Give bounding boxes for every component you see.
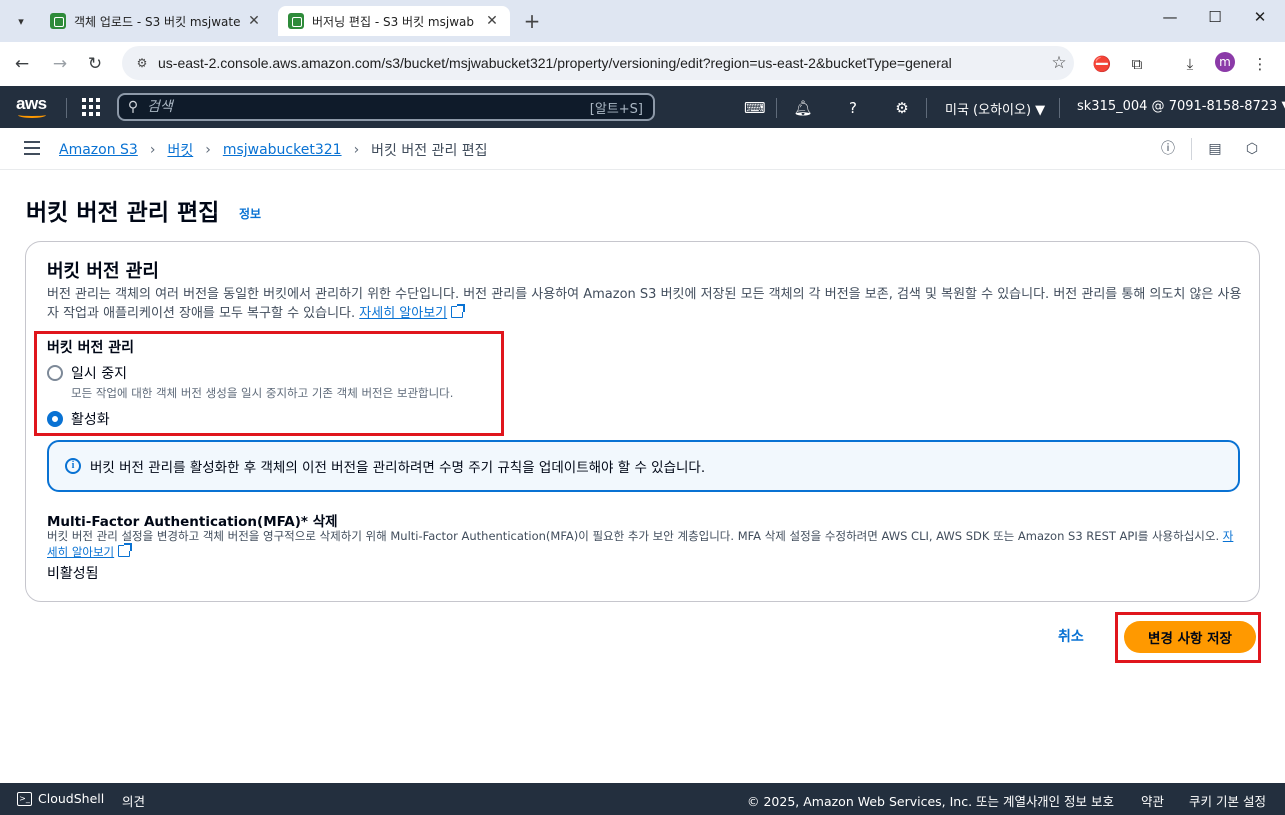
more-menu-icon[interactable]: ⋮ [1248,52,1272,76]
notes-icon[interactable]: ▤ [1205,139,1225,159]
chevron-right-icon: › [205,142,211,158]
feedback-link[interactable]: 의견 [122,791,145,810]
settings-hex-icon[interactable]: ⬡ [1242,139,1262,159]
profile-avatar[interactable]: m [1215,52,1235,72]
close-icon[interactable]: ✕ [484,13,500,29]
breadcrumb-bar: Amazon S3 › 버킷 › msjwabucket321 › 버킷 버전 … [0,128,1285,170]
highlight-save-button [1115,612,1261,663]
terms-link[interactable]: 약관 [1141,791,1164,810]
mfa-title: Multi-Factor Authentication(MFA)* 삭제 [47,514,338,530]
cookie-preferences-link[interactable]: 쿠키 기본 설정 [1189,791,1266,810]
url-text[interactable]: us-east-2.console.aws.amazon.com/s3/buck… [156,55,1044,71]
tab-title: 버저닝 편집 - S3 버킷 msjwab [312,14,474,29]
forward-icon[interactable]: → [48,52,72,76]
cloudshell-icon[interactable]: >_ [17,792,32,806]
minimize-icon[interactable]: — [1155,8,1185,26]
cancel-button[interactable]: 취소 [1058,626,1084,646]
cloudshell-link[interactable]: CloudShell [38,791,104,806]
download-icon[interactable]: ⤓ [1178,52,1202,76]
close-icon[interactable]: ✕ [246,13,262,29]
search-input[interactable] [147,99,590,115]
copyright-text: © 2025, Amazon Web Services, Inc. 또는 계열사… [747,794,1042,809]
bell-icon[interactable]: 🔔︎ [793,98,813,118]
back-icon[interactable]: ← [10,52,34,76]
window-close-icon[interactable]: ✕ [1245,8,1275,26]
extensions-puzzle-icon[interactable]: ⧉ [1125,52,1149,76]
mfa-description: 버킷 버전 관리 설정을 변경하고 객체 버전을 영구적으로 삭제하기 위해 M… [47,529,1234,559]
account-menu[interactable]: sk315_004 @ 7091-8158-8723 ▼ [1077,99,1285,114]
privacy-link[interactable]: 개인 정보 보호 [1037,791,1114,810]
help-icon[interactable]: ? [843,98,863,118]
search-shortcut: [알트+S] [589,101,643,117]
tab-search-icon[interactable]: ▾ [8,8,34,34]
reload-icon[interactable]: ↻ [83,52,107,76]
gear-icon[interactable]: ⚙ [892,98,912,118]
info-alert: i 버킷 버전 관리를 활성화한 후 객체의 이전 버전을 관리하려면 수명 주… [47,440,1240,492]
cloudshell-icon[interactable]: ⌨ [744,98,766,118]
site-settings-icon[interactable]: ⚙ [128,56,156,70]
browser-tab-strip: ▾ 객체 업로드 - S3 버킷 msjwate ✕ 버저닝 편집 - S3 버… [0,0,1285,42]
external-link-icon [118,543,133,557]
console-footer: >_ CloudShell 의견 © 2025, Amazon Web Serv… [0,783,1285,815]
external-link-icon [451,304,466,318]
tab-title: 객체 업로드 - S3 버킷 msjwate [74,14,241,29]
new-tab-button[interactable]: + [520,9,544,33]
browser-tab-versioning[interactable]: 버저닝 편집 - S3 버킷 msjwab ✕ [278,6,510,36]
chevron-right-icon: › [149,142,156,158]
browser-tab-upload[interactable]: 객체 업로드 - S3 버킷 msjwate ✕ [40,6,272,36]
search-icon: ⚲ [127,99,139,115]
section-title: 버킷 버전 관리 [47,261,159,282]
breadcrumb-amazon-s3[interactable]: Amazon S3 [59,142,138,158]
section-description: 버전 관리는 객체의 여러 버전을 동일한 버킷에서 관리하기 위한 수단입니다… [47,287,1242,321]
chevron-right-icon: › [353,142,360,158]
s3-favicon-icon [288,13,304,29]
omnibox[interactable]: ⚙ us-east-2.console.aws.amazon.com/s3/bu… [122,46,1074,80]
info-icon: i [65,458,81,474]
info-link[interactable]: 정보 [239,205,261,222]
services-grid-icon[interactable] [82,98,100,116]
breadcrumb: Amazon S3 › 버킷 › msjwabucket321 › 버킷 버전 … [59,140,488,160]
aws-logo[interactable]: aws [16,94,52,118]
learn-more-link[interactable]: 자세히 알아보기 [359,306,447,321]
maximize-icon[interactable]: ☐ [1200,8,1230,26]
breadcrumb-bucket[interactable]: msjwabucket321 [223,142,342,158]
extension-blocked-icon[interactable]: ⛔ [1090,52,1114,76]
menu-icon[interactable] [24,141,40,155]
info-alert-text: 버킷 버전 관리를 활성화한 후 객체의 이전 버전을 관리하려면 수명 주기 … [90,460,706,476]
highlight-radio-group [34,331,504,436]
address-bar-row: ← → ↻ ⚙ us-east-2.console.aws.amazon.com… [0,42,1285,86]
breadcrumb-current: 버킷 버전 관리 편집 [371,143,488,159]
bookmark-star-icon[interactable]: ☆ [1044,53,1074,73]
aws-top-nav: aws ⚲ [알트+S] ⌨ 🔔︎ ? ⚙ 미국 (오하이오) ▼ sk315_… [0,86,1285,128]
region-selector[interactable]: 미국 (오하이오) ▼ [945,99,1045,118]
s3-favicon-icon [50,13,66,29]
mfa-status: 비활성됨 [47,566,99,582]
page-title: 버킷 버전 관리 편집 [26,200,220,226]
info-circle-icon[interactable]: ⓘ [1158,139,1178,159]
breadcrumb-buckets[interactable]: 버킷 [167,140,193,160]
search-box[interactable]: ⚲ [알트+S] [117,93,655,121]
